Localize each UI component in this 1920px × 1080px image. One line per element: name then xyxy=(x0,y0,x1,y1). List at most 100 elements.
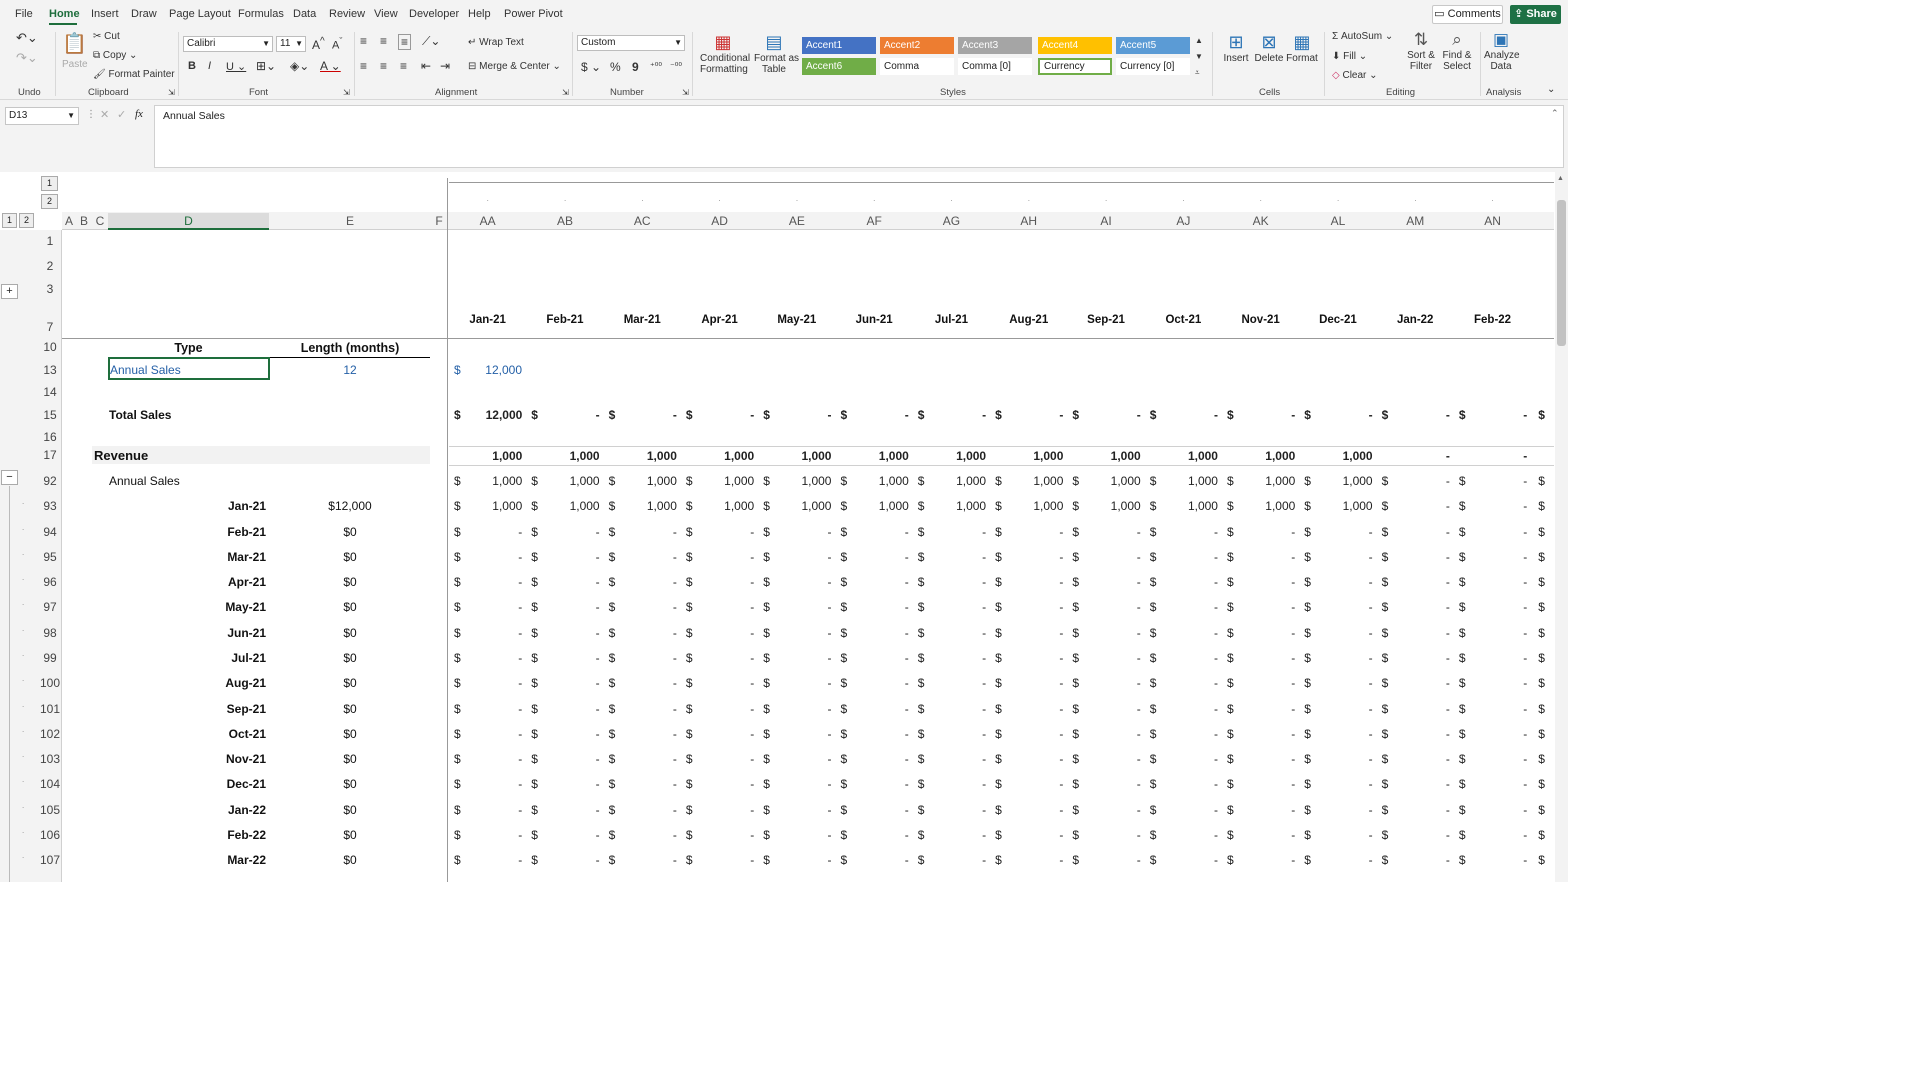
cohort-value[interactable]: - xyxy=(1397,777,1450,791)
cohort-amount[interactable]: $0 xyxy=(270,600,430,614)
cohort-value[interactable]: - xyxy=(1397,575,1450,589)
cohort-value[interactable]: - xyxy=(701,777,754,791)
row-header-2[interactable]: 2 xyxy=(38,259,62,273)
cohort-value[interactable]: - xyxy=(701,727,754,741)
revenue-value[interactable]: 1,000 xyxy=(856,449,909,463)
cohort-value[interactable]: - xyxy=(933,676,986,690)
cohort-value[interactable]: - xyxy=(1165,550,1218,564)
cohort-value[interactable]: - xyxy=(778,853,831,867)
cohort-value[interactable]: - xyxy=(469,550,522,564)
total-sales-value[interactable]: - xyxy=(1087,408,1141,422)
row-header-101[interactable]: 101 xyxy=(38,702,62,716)
menu-view[interactable]: View xyxy=(374,8,398,20)
style-accent6[interactable]: Accent6 xyxy=(802,58,876,75)
styles-scroll-up-icon[interactable]: ▲ xyxy=(1195,36,1203,45)
cohort-value[interactable]: - xyxy=(1397,752,1450,766)
cohort-value[interactable]: 1,000 xyxy=(469,499,522,513)
cohort-amount[interactable]: $0 xyxy=(270,803,430,817)
revenue-label[interactable]: Revenue xyxy=(94,448,148,463)
row-header-107[interactable]: 107 xyxy=(38,853,62,867)
cohort-value[interactable]: - xyxy=(1474,575,1527,589)
cohort-value[interactable]: - xyxy=(1087,828,1141,842)
cohort-value[interactable]: - xyxy=(1319,727,1373,741)
row-header-10[interactable]: 10 xyxy=(38,340,62,354)
cohort-value[interactable]: - xyxy=(469,727,522,741)
font-size-select[interactable]: 11 ▼ xyxy=(276,36,306,52)
collapse-row-group-button[interactable]: − xyxy=(1,470,18,485)
cohort-month-label[interactable]: Mar-22 xyxy=(108,853,266,867)
align-middle-icon[interactable]: ≡ xyxy=(380,34,387,48)
cohort-value[interactable]: - xyxy=(1165,575,1218,589)
cohort-month-label[interactable]: Dec-21 xyxy=(108,777,266,791)
cohort-value[interactable]: 1,000 xyxy=(856,499,909,513)
annual-sales-value[interactable]: 1,000 xyxy=(701,474,754,488)
cohort-value[interactable]: - xyxy=(701,651,754,665)
style-accent5[interactable]: Accent5 xyxy=(1116,37,1190,54)
cohort-value[interactable]: - xyxy=(1087,550,1141,564)
cohort-value[interactable]: - xyxy=(1397,600,1450,614)
cohort-value[interactable]: - xyxy=(624,525,677,539)
insert-function-icon[interactable]: fx xyxy=(135,108,143,120)
month-header[interactable]: Oct-21 xyxy=(1145,314,1222,326)
cohort-value[interactable]: - xyxy=(856,651,909,665)
cohort-amount[interactable]: $0 xyxy=(270,575,430,589)
accounting-format-icon[interactable]: $ ⌄ xyxy=(581,60,601,74)
cohort-value[interactable]: - xyxy=(778,752,831,766)
cohort-value[interactable]: - xyxy=(1010,626,1063,640)
cohort-value[interactable]: - xyxy=(856,550,909,564)
cohort-value[interactable]: - xyxy=(624,626,677,640)
cohort-value[interactable]: - xyxy=(469,853,522,867)
column-header-b[interactable]: B xyxy=(76,213,92,230)
annual-sales-value[interactable]: 1,000 xyxy=(778,474,831,488)
cohort-value[interactable]: - xyxy=(701,575,754,589)
cohort-value[interactable]: - xyxy=(856,777,909,791)
column-header-ah[interactable]: AH xyxy=(990,213,1067,230)
month-header[interactable]: Jan-22 xyxy=(1377,314,1454,326)
cohort-value[interactable]: - xyxy=(1087,651,1141,665)
row-header-96[interactable]: 96 xyxy=(38,575,62,589)
cohort-amount[interactable]: $0 xyxy=(270,828,430,842)
cohort-amount[interactable]: $12,000 xyxy=(270,499,430,513)
month-header[interactable]: Apr-21 xyxy=(681,314,758,326)
percent-icon[interactable]: % xyxy=(610,60,621,74)
outline-level-1-row-button[interactable]: 1 xyxy=(2,213,17,228)
cohort-value[interactable]: - xyxy=(1242,727,1295,741)
row-header-92[interactable]: 92 xyxy=(38,474,62,488)
cohort-value[interactable]: - xyxy=(1242,550,1295,564)
annual-sales-value[interactable]: 1,000 xyxy=(856,474,909,488)
cohort-value[interactable]: 1,000 xyxy=(1010,499,1063,513)
cohort-value[interactable]: - xyxy=(624,777,677,791)
month-header[interactable]: Feb-21 xyxy=(526,314,603,326)
annual-sales-value[interactable]: - xyxy=(1397,474,1450,488)
cohort-value[interactable]: - xyxy=(1010,702,1063,716)
cohort-value[interactable]: - xyxy=(469,525,522,539)
cohort-value[interactable]: - xyxy=(1319,803,1373,817)
column-header-e[interactable]: E xyxy=(270,213,430,230)
column-header-d[interactable]: D xyxy=(108,213,269,230)
column-header-ae[interactable]: AE xyxy=(758,213,835,230)
cohort-value[interactable]: - xyxy=(778,600,831,614)
cohort-value[interactable]: - xyxy=(1242,702,1295,716)
cohort-value[interactable]: - xyxy=(1242,525,1295,539)
sort-filter-button[interactable]: ⇅ Sort & Filter xyxy=(1404,30,1438,72)
cohort-value[interactable]: - xyxy=(933,727,986,741)
underline-icon[interactable]: U ⌄ xyxy=(226,60,246,73)
dialog-launcher-icon[interactable]: ⇲ xyxy=(168,88,175,97)
cohort-value[interactable]: - xyxy=(856,525,909,539)
cohort-value[interactable]: - xyxy=(1474,651,1527,665)
total-sales-value[interactable]: - xyxy=(778,408,831,422)
cohort-value[interactable]: - xyxy=(469,828,522,842)
cohort-month-label[interactable]: Feb-21 xyxy=(108,525,266,539)
cohort-value[interactable]: - xyxy=(778,803,831,817)
cohort-amount[interactable]: $0 xyxy=(270,676,430,690)
cohort-value[interactable]: - xyxy=(1319,752,1373,766)
cohort-value[interactable]: 1,000 xyxy=(1319,499,1373,513)
cohort-value[interactable]: - xyxy=(469,626,522,640)
cohort-value[interactable]: - xyxy=(1474,499,1527,513)
cohort-value[interactable]: - xyxy=(1010,550,1063,564)
copy-button[interactable]: ⧉ Copy ⌄ xyxy=(93,50,137,61)
cohort-value[interactable]: - xyxy=(1474,550,1527,564)
cohort-value[interactable]: - xyxy=(778,702,831,716)
revenue-value[interactable]: 1,000 xyxy=(933,449,986,463)
cohort-value[interactable]: - xyxy=(1397,651,1450,665)
